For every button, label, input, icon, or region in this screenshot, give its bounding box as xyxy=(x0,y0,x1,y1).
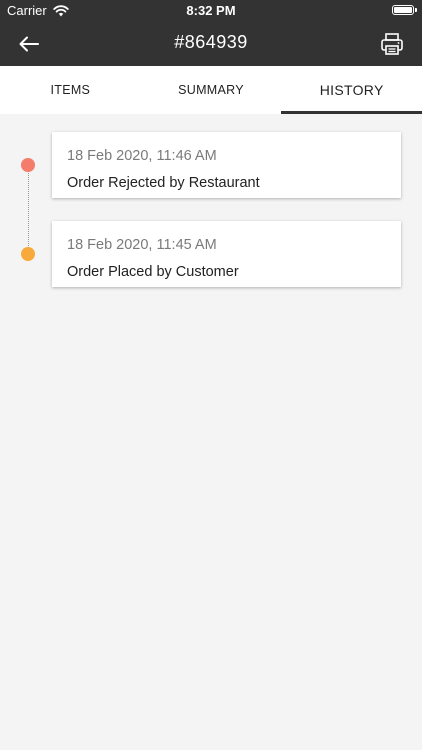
top-bar: Carrier 8:32 PM #864939 xyxy=(0,0,422,66)
status-time: 8:32 PM xyxy=(186,3,236,18)
order-number-title: #864939 xyxy=(174,32,248,52)
tab-history[interactable]: HISTORY xyxy=(281,66,422,114)
history-card-placed: 18 Feb 2020, 11:45 AM Order Placed by Cu… xyxy=(52,221,401,287)
timeline-dot-rejected xyxy=(21,158,35,172)
history-timestamp: 18 Feb 2020, 11:45 AM xyxy=(67,237,217,253)
tab-items[interactable]: ITEMS xyxy=(0,66,141,114)
printer-icon xyxy=(381,33,403,55)
battery-icon xyxy=(392,5,417,15)
timeline-connector xyxy=(28,165,29,254)
tab-bar: ITEMS SUMMARY HISTORY xyxy=(0,66,422,114)
timeline-dot-placed xyxy=(21,247,35,261)
history-event: Order Placed by Customer xyxy=(67,264,239,280)
print-button[interactable] xyxy=(378,30,406,58)
status-bar: Carrier 8:32 PM xyxy=(0,0,422,22)
tab-summary[interactable]: SUMMARY xyxy=(141,66,282,114)
navigation-bar: #864939 xyxy=(0,22,422,66)
history-timestamp: 18 Feb 2020, 11:46 AM xyxy=(67,148,217,164)
app-screen: Carrier 8:32 PM #864939 ITEMS SUMMARY HI… xyxy=(0,0,422,750)
history-card-rejected: 18 Feb 2020, 11:46 AM Order Rejected by … xyxy=(52,132,401,198)
history-event: Order Rejected by Restaurant xyxy=(67,175,260,191)
